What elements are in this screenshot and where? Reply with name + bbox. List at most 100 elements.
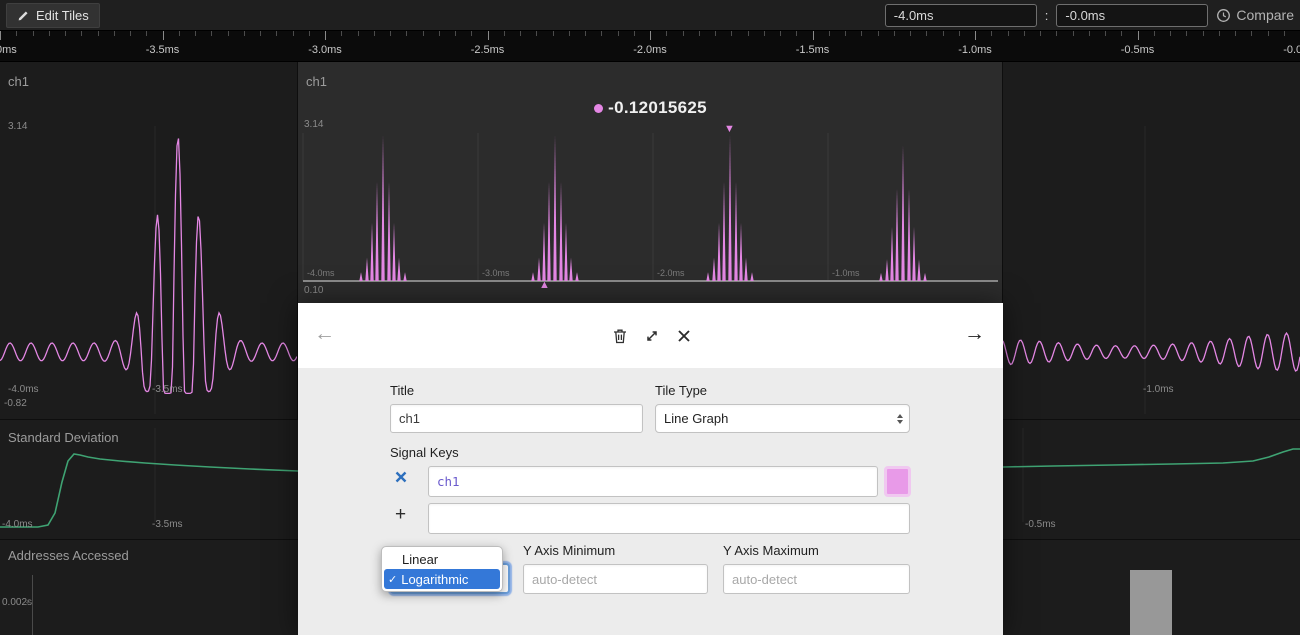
trash-icon <box>611 327 629 345</box>
add-signal-key-button[interactable]: + <box>395 505 406 524</box>
pencil-icon <box>17 9 30 22</box>
editor-header: ← → <box>298 303 1003 368</box>
cursor-value: -0.12015625 <box>608 98 707 117</box>
ruler-tick <box>1040 31 1041 36</box>
addresses-y-axis-tick <box>26 602 32 603</box>
time-range-controls: : Compare <box>885 4 1294 27</box>
ruler-tick <box>98 31 99 36</box>
ruler-tick <box>179 31 180 36</box>
ruler-tick <box>1056 31 1057 36</box>
ruler-tick <box>163 31 164 40</box>
remove-signal-key-button[interactable] <box>394 470 408 487</box>
ruler-tick <box>211 31 212 36</box>
ruler-tick <box>1154 31 1155 36</box>
ruler-tick <box>325 31 326 40</box>
ruler-tick <box>1105 31 1106 36</box>
select-arrows-icon <box>897 414 903 424</box>
ruler-tick <box>585 31 586 36</box>
tile-standard-deviation-right[interactable]: -0.5ms <box>1003 420 1300 540</box>
app-root: Edit Tiles : Compare -4.0ms-3.5ms-3.0ms-… <box>0 0 1300 635</box>
tile-ch1-selected[interactable]: ch1 -0.12015625 3.14 0.10 ▼ ▲ -4.0ms-3.0… <box>298 62 1003 303</box>
ruler-tick <box>471 31 472 36</box>
expand-icon <box>643 327 661 345</box>
ruler-tick <box>666 31 667 36</box>
y-axis-min-input[interactable] <box>523 564 708 594</box>
y-axis-max-label-left: 3.14 <box>8 121 27 132</box>
ruler-tick <box>439 31 440 36</box>
ruler-tick <box>1219 31 1220 36</box>
close-icon <box>675 327 693 345</box>
ruler-tick <box>1268 31 1269 36</box>
ruler-tick <box>520 31 521 36</box>
ruler-tick <box>1203 31 1204 36</box>
ruler-tick <box>845 31 846 36</box>
range-start-input[interactable] <box>885 4 1037 27</box>
ruler-tick <box>293 31 294 36</box>
ruler-tick <box>244 31 245 36</box>
ruler-tick <box>1284 31 1285 36</box>
tile-standard-deviation[interactable]: Standard Deviation -4.0ms-3.5ms <box>0 420 298 540</box>
x-axis-tick-label: -0.5ms <box>1025 519 1056 530</box>
y-axis-max-label: 3.14 <box>304 119 323 130</box>
ruler-tick <box>601 31 602 36</box>
ruler-tick <box>569 31 570 36</box>
check-icon: ✓ <box>388 573 397 586</box>
addresses-y-axis <box>32 575 33 635</box>
ruler-tick <box>943 31 944 36</box>
cursor-marker-up-icon[interactable]: ▲ <box>539 280 550 291</box>
x-axis-tick-label: -3.5ms <box>152 384 183 395</box>
y-axis-min-label-left: -0.82 <box>4 398 27 409</box>
compare-button[interactable]: Compare <box>1216 7 1294 23</box>
edit-tiles-button[interactable]: Edit Tiles <box>6 3 100 28</box>
compare-label: Compare <box>1236 7 1294 23</box>
ruler-tick <box>309 31 310 36</box>
dropdown-item-logarithmic[interactable]: ✓ Logarithmic <box>384 569 500 589</box>
signal-key-color-swatch[interactable] <box>884 466 911 497</box>
ruler-tick <box>1073 31 1074 36</box>
ruler-tick <box>228 31 229 36</box>
x-axis-tick-label: -1.0ms <box>1143 384 1174 395</box>
ruler-tick <box>16 31 17 36</box>
remove-x-icon <box>394 470 408 484</box>
ruler-label: -1.0ms <box>958 44 992 56</box>
edit-tiles-label: Edit Tiles <box>36 8 89 23</box>
ruler-label: -3.0ms <box>308 44 342 56</box>
title-input[interactable] <box>390 404 643 433</box>
delete-tile-button[interactable] <box>610 327 630 347</box>
next-tile-button[interactable]: → <box>964 323 985 344</box>
ruler-tick <box>358 31 359 36</box>
tile-divider <box>0 419 298 420</box>
tile-ch1-left[interactable]: ch1 3.14 -0.82 -4.0ms-3.5ms <box>0 62 298 420</box>
ruler-tick <box>341 31 342 36</box>
ruler-tick <box>731 31 732 36</box>
ruler-tick <box>114 31 115 36</box>
ruler-tick <box>195 31 196 36</box>
expand-tile-button[interactable] <box>642 327 662 347</box>
ruler-tick <box>504 31 505 36</box>
ruler-tick <box>455 31 456 36</box>
new-signal-key-input[interactable] <box>428 503 910 534</box>
prev-tile-button[interactable]: ← <box>314 323 335 344</box>
range-end-input[interactable] <box>1056 4 1208 27</box>
dropdown-item-linear[interactable]: Linear <box>384 549 500 569</box>
close-editor-button[interactable] <box>674 327 694 347</box>
ruler-tick <box>780 31 781 36</box>
tile-type-select[interactable]: Line Graph <box>655 404 910 433</box>
ruler-tick <box>991 31 992 36</box>
cursor-marker-down-icon[interactable]: ▼ <box>724 124 735 135</box>
ruler-tick <box>553 31 554 36</box>
x-axis-tick-label: -3.5ms <box>152 519 183 530</box>
ruler-tick <box>618 31 619 36</box>
tile-ch1-right[interactable]: -1.0ms <box>1003 62 1300 420</box>
clock-icon <box>1216 8 1231 23</box>
y-axis-min-label: 0.10 <box>304 285 323 296</box>
y-axis-max-input[interactable] <box>723 564 910 594</box>
signal-key-input[interactable] <box>428 466 878 497</box>
ruler-label: -0.0ms <box>1283 44 1300 56</box>
ruler-tick <box>975 31 976 40</box>
timeline-ruler[interactable]: -4.0ms-3.5ms-3.0ms-2.5ms-2.0ms-1.5ms-1.0… <box>0 31 1300 62</box>
ruler-label: -0.5ms <box>1121 44 1155 56</box>
ruler-tick <box>1251 31 1252 36</box>
ruler-tick <box>715 31 716 36</box>
ruler-tick <box>488 31 489 40</box>
